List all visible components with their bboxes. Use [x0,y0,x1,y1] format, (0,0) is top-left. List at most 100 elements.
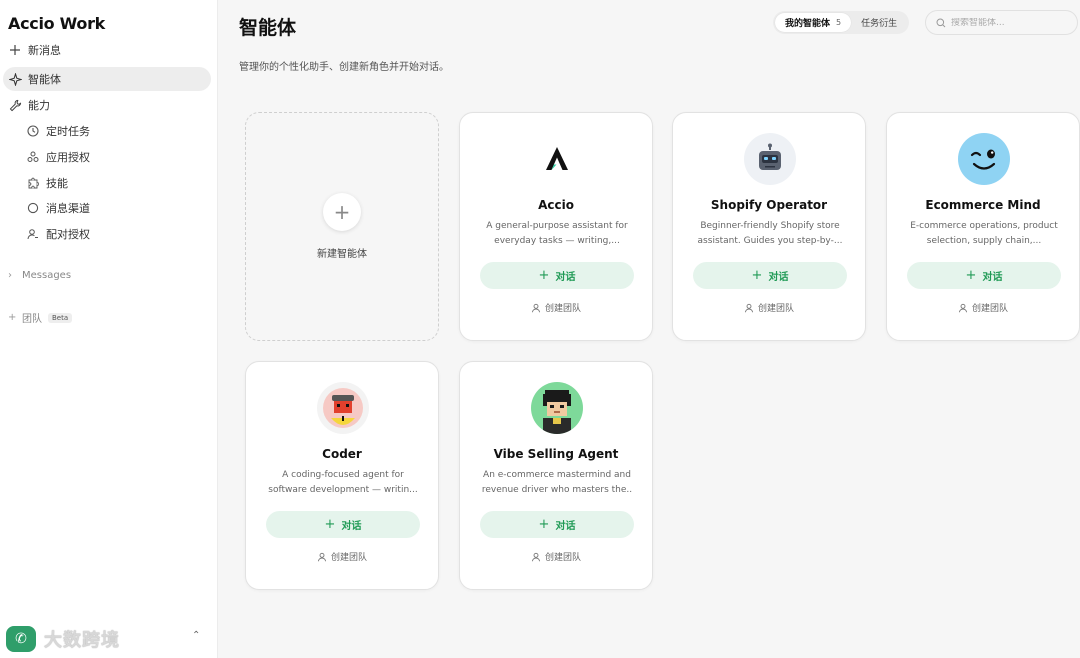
messages-section-toggle[interactable]: › Messages [8,270,71,281]
agent-description: A general-purpose assistant for everyday… [486,221,628,246]
user-icon [744,303,754,313]
create-team-link[interactable]: 创建团队 [246,550,438,563]
agent-card-accio[interactable]: Accio A general-purpose assistant for ev… [459,112,653,341]
agent-description: Beginner-friendly Shopify store assistan… [697,221,843,246]
chevron-right-icon: › [8,270,12,281]
user-key-icon [26,227,40,241]
agent-name: Vibe Selling Agent [493,447,619,461]
agent-description: A coding-focused agent for software deve… [268,470,418,495]
beta-badge: Beta [48,312,73,323]
tab-label: 任务衍生 [861,19,898,29]
new-message-label: 新消息 [28,44,61,57]
chat-button-label: 对话 [982,272,1003,283]
user-icon [317,552,327,562]
search-icon [936,13,946,32]
sidebar-item-label: 智能体 [28,73,61,86]
sidebar-item-label: 应用授权 [46,151,90,164]
create-team-label: 创建团队 [757,304,794,314]
team-section-label: 团队 [22,314,42,325]
sidebar-item-capabilities[interactable]: 能力 [3,93,211,117]
new-agent-card[interactable]: + 新建智能体 [245,112,439,341]
agent-card-ecommerce-mind[interactable]: Ecommerce Mind E-commerce operations, pr… [886,112,1080,341]
sidebar-item-agents[interactable]: 智能体 [3,67,211,91]
puzzle-icon [26,176,40,190]
sidebar-item-label: 能力 [28,99,50,112]
plus-icon: + [538,517,550,532]
search-box [925,10,1078,35]
main-content: 智能体 管理你的个性化助手、创建新角色并开始对话。 我的智能体 5 任务衍生 +… [219,0,1080,658]
create-team-label: 创建团队 [544,304,581,314]
create-team-link[interactable]: 创建团队 [887,301,1079,314]
create-team-link[interactable]: 创建团队 [673,301,865,314]
accio-logo-icon [531,133,583,185]
sidebar-item-channels[interactable]: 消息渠道 [26,197,206,219]
chat-button-label: 对话 [555,272,576,283]
chat-button[interactable]: + 对话 [907,262,1061,289]
agent-card-vibe-selling-agent[interactable]: Vibe Selling Agent An e-commerce masterm… [459,361,653,590]
agent-description: An e-commerce mastermind and revenue dri… [481,470,633,495]
tab-count: 5 [836,18,842,27]
agent-card-shopify-operator[interactable]: Shopify Operator Beginner-friendly Shopi… [672,112,866,341]
plus-icon [8,43,22,57]
sparkle-icon [8,72,22,86]
search-input[interactable] [951,17,1071,28]
user-icon [958,303,968,313]
tab-task-derived[interactable]: 任务衍生 [851,13,907,32]
robot-icon [744,133,796,185]
messages-section-label: Messages [22,270,72,281]
chevron-up-icon[interactable]: ⌃ [192,630,200,641]
tab-label: 我的智能体 [785,19,831,29]
agent-filter-tabs: 我的智能体 5 任务衍生 [773,11,910,34]
sidebar-item-label: 配对授权 [46,228,90,241]
create-team-label: 创建团队 [330,553,367,563]
user-icon [531,552,541,562]
sidebar-item-label: 技能 [46,177,68,190]
circle-icon [26,201,40,215]
plus-icon: + [965,268,977,283]
chat-button[interactable]: + 对话 [480,511,634,538]
create-team-label: 创建团队 [971,304,1008,314]
chat-button-label: 对话 [555,521,576,532]
plus-icon: + [538,268,550,283]
page-title: 智能体 [239,17,297,39]
watermark-logo-icon: ✆ [6,626,36,652]
chat-button[interactable]: + 对话 [693,262,847,289]
team-section-toggle[interactable]: + 团队 Beta [8,310,73,325]
coder-avatar-icon [317,382,369,434]
plus-icon: + [751,268,763,283]
nodes-icon [26,150,40,164]
sidebar-item-skills[interactable]: 技能 [26,172,206,194]
watermark-text: 大数跨境 [44,630,120,651]
sidebar-item-pairing[interactable]: 配对授权 [26,223,206,245]
pixel-person-avatar-icon [531,382,583,434]
chat-button-label: 对话 [341,521,362,532]
sidebar-item-label: 定时任务 [46,125,90,138]
agent-name: Coder [322,447,362,461]
create-team-label: 创建团队 [544,553,581,563]
sidebar-item-label: 消息渠道 [46,202,90,215]
sidebar-item-app-auth[interactable]: 应用授权 [26,146,206,168]
new-message-button[interactable]: 新消息 [3,38,211,62]
tab-my-agents[interactable]: 我的智能体 5 [775,13,852,32]
watermark: ✆ 大数跨境 [6,626,120,652]
agent-name: Accio [538,198,574,212]
agent-name: Ecommerce Mind [925,198,1041,212]
plus-icon: + [8,312,17,323]
app-logo: Accio Work [8,14,106,33]
new-agent-label: 新建智能体 [317,249,367,260]
plus-icon: + [324,517,336,532]
chat-button-label: 对话 [768,272,789,283]
user-icon [531,303,541,313]
clock-icon [26,124,40,138]
chat-button[interactable]: + 对话 [266,511,420,538]
create-team-link[interactable]: 创建团队 [460,550,652,563]
page-description: 管理你的个性化助手、创建新角色并开始对话。 [239,62,449,73]
agent-name: Shopify Operator [710,198,828,212]
create-team-link[interactable]: 创建团队 [460,301,652,314]
agent-card-coder[interactable]: Coder A coding-focused agent for softwar… [245,361,439,590]
plus-icon: + [323,193,361,231]
sidebar-item-scheduled-tasks[interactable]: 定时任务 [26,120,206,142]
agent-description: E-commerce operations, product selection… [910,221,1058,246]
wrench-icon [8,98,22,112]
chat-button[interactable]: + 对话 [480,262,634,289]
